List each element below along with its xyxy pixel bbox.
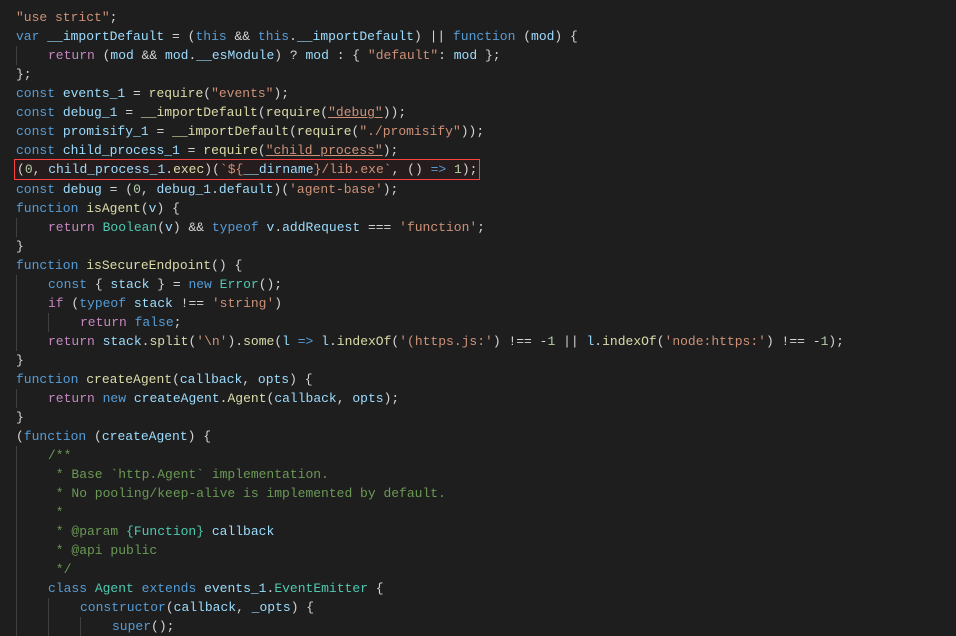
code-editor-viewport[interactable]: { "code": { "l1a": "\"use strict\"", "l1… — [0, 0, 956, 632]
code-line[interactable]: function createAgent(callback, opts) { — [16, 370, 956, 389]
code-line[interactable]: }; — [16, 65, 956, 84]
code-line[interactable]: constructor(callback, _opts) { — [16, 598, 956, 617]
type-boolean: Boolean — [103, 220, 158, 235]
code-line[interactable]: const events_1 = require("events"); — [16, 84, 956, 103]
comment: */ — [48, 562, 71, 577]
code-line[interactable]: var __importDefault = (this && this.__im… — [16, 27, 956, 46]
code-line[interactable]: return stack.split('\n').some(l => l.ind… — [16, 332, 956, 351]
code-line[interactable]: */ — [16, 560, 956, 579]
keyword-return: return — [48, 48, 95, 63]
comment: * @api public — [48, 543, 157, 558]
code-line[interactable]: if (typeof stack !== 'string') — [16, 294, 956, 313]
code-line[interactable]: } — [16, 351, 956, 370]
comment: * — [48, 505, 64, 520]
code-line[interactable]: * — [16, 503, 956, 522]
type-error: Error — [220, 277, 259, 292]
code-line[interactable]: return (mod && mod.__esModule) ? mod : {… — [16, 46, 956, 65]
keyword-function: function — [453, 29, 515, 44]
code-line[interactable]: * @param {Function} callback — [16, 522, 956, 541]
function-createAgent: createAgent — [86, 372, 172, 387]
code-line[interactable]: const promisify_1 = __importDefault(requ… — [16, 122, 956, 141]
comment: * No pooling/keep-alive is implemented b… — [48, 486, 446, 501]
comment: /** — [48, 448, 71, 463]
code-line[interactable]: const { stack } = new Error(); — [16, 275, 956, 294]
code-line[interactable]: function isAgent(v) { — [16, 199, 956, 218]
code-line[interactable]: return new createAgent.Agent(callback, o… — [16, 389, 956, 408]
highlight-box: (0, child_process_1.exec)(`${__dirname}/… — [14, 159, 480, 180]
code-line[interactable]: "use strict"; — [16, 8, 956, 27]
code-line[interactable]: const debug_1 = __importDefault(require(… — [16, 103, 956, 122]
parameter: mod — [531, 29, 554, 44]
code-line[interactable]: super(); — [16, 617, 956, 636]
code-line[interactable]: (function (createAgent) { — [16, 427, 956, 446]
call-require: require — [149, 86, 204, 101]
keyword-class: class — [48, 581, 87, 596]
identifier: __importDefault — [47, 29, 164, 44]
function-isSecureEndpoint: isSecureEndpoint — [86, 258, 211, 273]
code-line[interactable]: return Boolean(v) && typeof v.addRequest… — [16, 218, 956, 237]
keyword-var: var — [16, 29, 39, 44]
keyword-this: this — [195, 29, 226, 44]
code-line[interactable]: /** — [16, 446, 956, 465]
keyword-this: this — [258, 29, 289, 44]
code-line[interactable]: const child_process_1 = require("child_p… — [16, 141, 956, 160]
property: __importDefault — [297, 29, 414, 44]
keyword-const: const — [16, 86, 55, 101]
code-line[interactable]: * @api public — [16, 541, 956, 560]
code-line-highlighted[interactable]: (0, child_process_1.exec)(`${__dirname}/… — [16, 160, 956, 180]
code-line[interactable]: const debug = (0, debug_1.default)('agen… — [16, 180, 956, 199]
keyword-if: if — [48, 296, 64, 311]
punct: ; — [110, 10, 118, 25]
comment: * @param — [48, 524, 126, 539]
code-line[interactable]: } — [16, 408, 956, 427]
function-isAgent: isAgent — [86, 201, 141, 216]
code-line[interactable]: function isSecureEndpoint() { — [16, 256, 956, 275]
string-literal: "use strict" — [16, 10, 110, 25]
code-line[interactable]: * Base `http.Agent` implementation. — [16, 465, 956, 484]
code-line[interactable]: * No pooling/keep-alive is implemented b… — [16, 484, 956, 503]
code-line[interactable]: } — [16, 237, 956, 256]
code-line[interactable]: return false; — [16, 313, 956, 332]
keyword-constructor: constructor — [80, 600, 166, 615]
comment: * Base `http.Agent` implementation. — [48, 467, 329, 482]
code-line[interactable]: class Agent extends events_1.EventEmitte… — [16, 579, 956, 598]
class-agent: Agent — [95, 581, 134, 596]
